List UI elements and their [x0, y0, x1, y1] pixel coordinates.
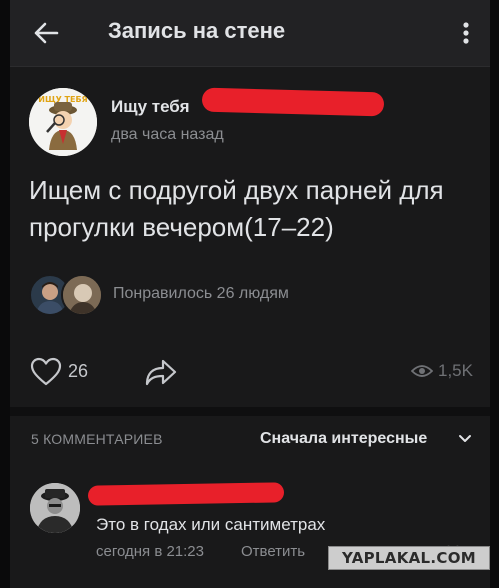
- more-vertical-icon[interactable]: [456, 19, 476, 47]
- post-screen: Запись на стене ИЩУ ТЕБЯ Ищу тебя два ча…: [10, 0, 490, 588]
- eye-icon: [411, 365, 433, 377]
- views-count: 1,5K: [438, 361, 473, 380]
- likes-summary[interactable]: Понравилось 26 людям: [113, 285, 289, 303]
- reply-button[interactable]: Ответить: [241, 543, 305, 560]
- heart-icon[interactable]: [30, 357, 62, 387]
- comment-avatar[interactable]: [30, 483, 80, 533]
- section-divider: [10, 407, 490, 416]
- redaction-mark: [201, 87, 385, 117]
- top-bar: Запись на стене: [10, 0, 490, 67]
- share-icon[interactable]: [144, 356, 178, 388]
- comment-timestamp: сегодня в 21:23: [96, 543, 204, 560]
- comments-count: 5 КОММЕНТАРИЕВ: [31, 431, 163, 447]
- author-name[interactable]: Ищу тебя: [111, 97, 190, 117]
- watermark: YAPLAKAL.COM: [328, 546, 490, 570]
- liker-avatar: [61, 274, 103, 316]
- page-title: Запись на стене: [108, 18, 286, 43]
- like-count: 26: [68, 361, 89, 381]
- redaction-mark: [87, 482, 285, 506]
- arrow-left-icon[interactable]: [32, 19, 60, 47]
- likers-avatars[interactable]: [29, 274, 109, 316]
- detective-logo-icon: ИЩУ ТЕБЯ: [29, 88, 97, 156]
- comment-text: Это в годах или сантиметрах: [96, 515, 326, 534]
- chevron-down-icon: [459, 435, 471, 442]
- sort-label: Сначала интересные: [260, 430, 428, 447]
- post-timestamp: два часа назад: [111, 126, 224, 143]
- author-avatar[interactable]: ИЩУ ТЕБЯ: [29, 88, 97, 156]
- comments-sort-button[interactable]: Сначала интересные: [260, 428, 480, 452]
- post-text: Ищем с подругой двух парней для прогулки…: [29, 175, 444, 242]
